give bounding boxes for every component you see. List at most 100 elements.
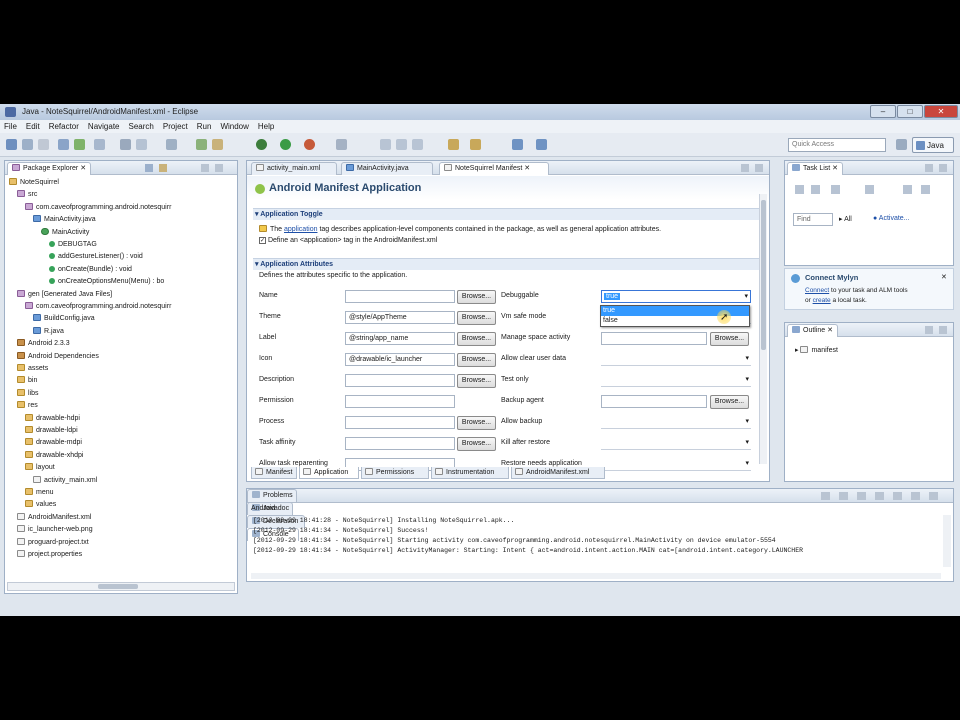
menu-search[interactable]: Search (125, 120, 159, 131)
tree-item[interactable]: layout (25, 462, 55, 473)
bottom-tab[interactable]: Application (299, 467, 359, 479)
tree-item[interactable]: menu (25, 487, 54, 498)
menu-run[interactable]: Run (193, 120, 217, 131)
tree-item[interactable]: drawable-hdpi (25, 413, 80, 424)
show-whitespace-icon[interactable] (412, 139, 423, 150)
console-scrollbar[interactable] (943, 515, 951, 567)
java-perspective-button[interactable]: Java (912, 137, 954, 153)
minimize-view-icon[interactable] (201, 164, 209, 172)
mylyn-create-link[interactable]: create (813, 297, 831, 304)
form-scrollbar-thumb[interactable] (761, 200, 766, 350)
attr-field[interactable] (601, 395, 707, 408)
outline-maximize-icon[interactable] (939, 326, 947, 334)
chevron-down-icon[interactable]: ▾ (744, 292, 748, 300)
tree-item[interactable]: activity_main.xml (33, 475, 97, 486)
tree-item[interactable]: com.caveofprogramming.android.notesquirr (25, 301, 171, 312)
menu-window[interactable]: Window (216, 120, 253, 131)
tree-item[interactable]: src (17, 189, 37, 200)
task-activate-link[interactable]: ● Activate... (873, 215, 910, 222)
categorize-icon[interactable] (811, 185, 820, 194)
mylyn-close-icon[interactable]: ✕ (941, 273, 947, 281)
menu-navigate[interactable]: Navigate (84, 120, 125, 131)
collapse-icon[interactable] (903, 185, 912, 194)
console-minimize-icon[interactable] (911, 492, 920, 500)
tree-item[interactable]: drawable-xhdpi (25, 450, 83, 461)
attr-combo[interactable]: ▾ (601, 437, 751, 450)
tree-item[interactable]: bin (17, 375, 37, 386)
task-maximize-icon[interactable] (939, 164, 947, 172)
form-vertical-scrollbar[interactable] (759, 194, 767, 464)
attr-combo[interactable]: ▾ (601, 353, 751, 366)
tree-item[interactable]: drawable-mdpi (25, 437, 82, 448)
attr-combo[interactable]: true ▾ (601, 290, 751, 303)
chevron-down-icon[interactable]: ▾ (745, 438, 749, 446)
chevron-down-icon[interactable]: ▾ (745, 375, 749, 383)
editor-maximize-icon[interactable] (755, 164, 763, 172)
external-tools-icon[interactable] (304, 139, 315, 150)
quick-access-input[interactable]: Quick Access (788, 138, 886, 152)
scrollbar-thumb[interactable] (98, 584, 138, 589)
chevron-down-icon[interactable]: ▾ (745, 417, 749, 425)
tree-item[interactable]: onCreateOptionsMenu(Menu) : bo (49, 276, 164, 287)
console-maximize-icon[interactable] (929, 492, 938, 500)
tree-item[interactable]: Android Dependencies (17, 351, 99, 362)
back-icon[interactable] (512, 139, 523, 150)
task-find-input[interactable]: Find (793, 213, 833, 226)
menu-refactor[interactable]: Refactor (45, 120, 84, 131)
debug-icon[interactable] (256, 139, 267, 150)
new-icon[interactable] (6, 139, 17, 150)
display-console-icon[interactable] (875, 492, 884, 500)
tree-item[interactable]: R.java (33, 326, 64, 337)
console-tab[interactable]: Problems (247, 489, 297, 502)
bottom-tab[interactable]: AndroidManifest.xml (511, 467, 605, 479)
open-perspective-icon[interactable] (896, 139, 907, 150)
tree-item[interactable]: res (17, 400, 38, 411)
tab-package-explorer[interactable]: Package Explorer ✕ (7, 162, 92, 175)
tab-activity-main[interactable]: activity_main.xml (251, 162, 337, 175)
tree-item[interactable]: NoteSquirrel (9, 177, 59, 188)
pin-console-icon[interactable] (857, 492, 866, 500)
toggle-mark-icon[interactable] (380, 139, 391, 150)
tree-item[interactable]: MainActivity.java (33, 214, 96, 225)
print-icon[interactable] (38, 139, 49, 150)
maximize-view-icon[interactable] (215, 164, 223, 172)
close-button[interactable]: ✕ (924, 105, 958, 118)
browse-button[interactable]: Browse... (710, 332, 749, 346)
attr-combo[interactable]: ▾ (601, 374, 751, 387)
tree-item[interactable]: gen [Generated Java Files] (17, 289, 112, 300)
tree-item[interactable]: libs (17, 388, 39, 399)
scroll-lock-icon[interactable] (839, 492, 848, 500)
tree-item[interactable]: AndroidManifest.xml (17, 512, 91, 523)
tree-item[interactable]: DEBUGTAG (49, 239, 97, 250)
menu-help[interactable]: Help (254, 120, 279, 131)
tree-item[interactable]: proguard-project.txt (17, 537, 89, 548)
editor-minimize-icon[interactable] (741, 164, 749, 172)
new-file-icon[interactable] (136, 139, 147, 150)
tab-task-list[interactable]: Task List ✕ (787, 162, 844, 175)
tree-item[interactable]: project.properties (17, 549, 82, 560)
forward-icon[interactable] (536, 139, 547, 150)
chevron-down-icon[interactable]: ▾ (745, 459, 749, 467)
minimize-button[interactable]: – (870, 105, 896, 118)
collapse-all-icon[interactable] (145, 164, 153, 172)
tree-item[interactable]: MainActivity (41, 227, 89, 238)
menu-project[interactable]: Project (159, 120, 193, 131)
tree-item[interactable]: BuildConfig.java (33, 313, 95, 324)
menu-file[interactable]: File (0, 120, 22, 131)
tree-item[interactable]: values (25, 499, 56, 510)
search-icon[interactable] (336, 139, 347, 150)
outline-item-manifest[interactable]: ▸ manifest (795, 345, 838, 356)
toggle-block-icon[interactable] (396, 139, 407, 150)
tree-item[interactable]: assets (17, 363, 48, 374)
tree-item[interactable]: com.caveofprogramming.android.notesquirr (25, 202, 171, 213)
prev-annotation-icon[interactable] (470, 139, 481, 150)
open-type-icon[interactable] (166, 139, 177, 150)
clear-console-icon[interactable] (821, 492, 830, 500)
lint-icon[interactable] (94, 139, 105, 150)
new-project-icon[interactable] (120, 139, 131, 150)
next-annotation-icon[interactable] (448, 139, 459, 150)
browse-button[interactable]: Browse... (710, 395, 749, 409)
new-task-icon[interactable] (795, 185, 804, 194)
save-icon[interactable] (22, 139, 33, 150)
attr-field[interactable] (601, 332, 707, 345)
